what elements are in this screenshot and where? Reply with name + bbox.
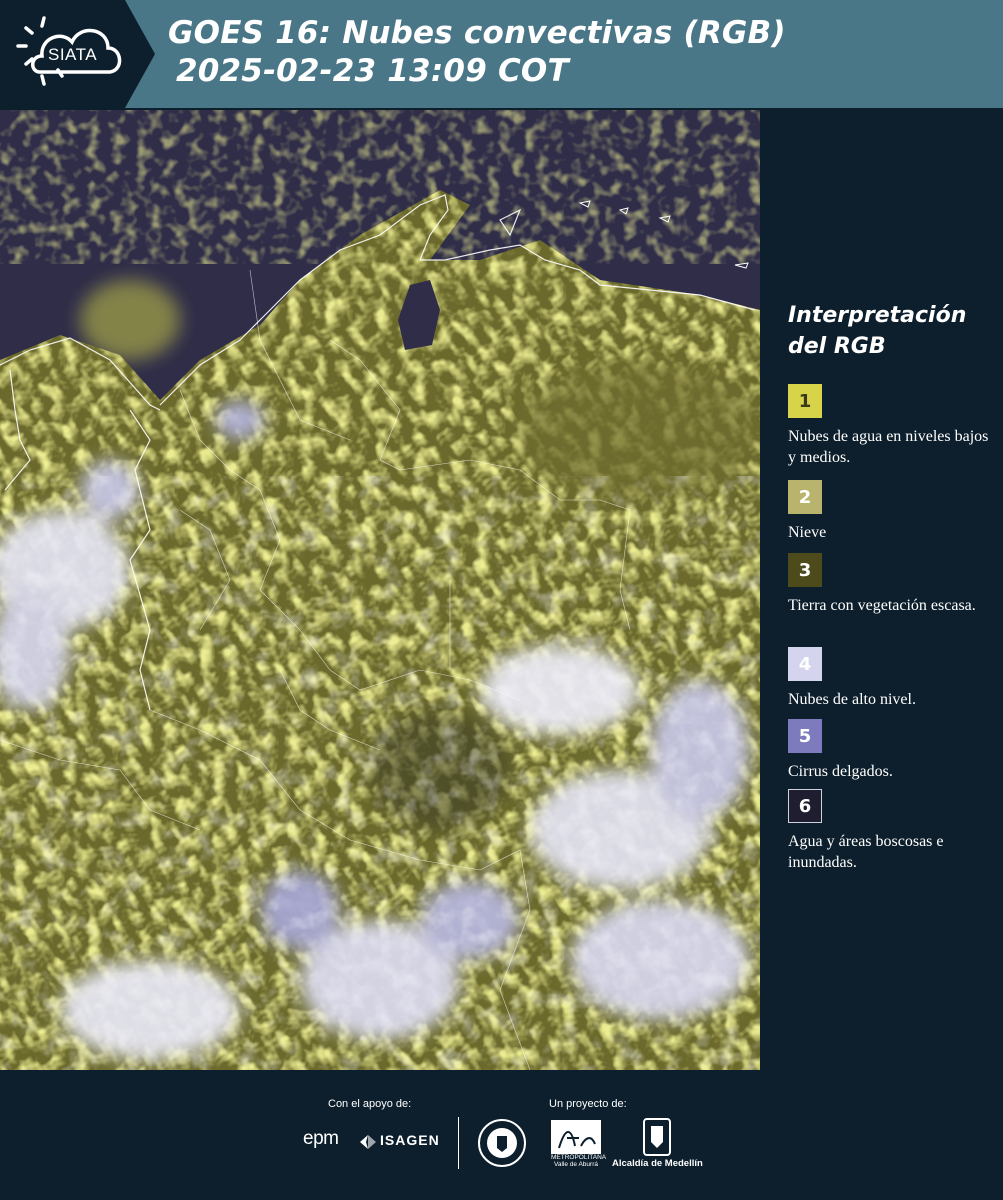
area-metropolitana-label: METROPOLITANA Valle de Aburrá: [551, 1154, 607, 1168]
satellite-image: [0, 110, 760, 1070]
legend-panel: Interpretación del RGB 1 Nubes de agua e…: [760, 108, 1003, 1070]
legend-label-2: Nieve: [788, 524, 827, 541]
title-line-2: 2025-02-23 13:09 COT: [176, 53, 569, 89]
legend-label-1: Nubes de agua en niveles bajos y medios.: [788, 428, 989, 466]
medellin-seal-icon[interactable]: [477, 1118, 527, 1168]
logo-text: SIATA: [48, 45, 98, 64]
legend-title: Interpretación del RGB: [788, 300, 966, 362]
footer: Con el apoyo de: Un proyecto de: epm ISA…: [0, 1070, 1003, 1200]
isagen-icon: [360, 1135, 376, 1149]
legend-item-2: 2 Nieve: [788, 480, 998, 543]
legend-label-6: Agua y áreas boscosas e inundadas.: [788, 833, 944, 871]
page-title: GOES 16: Nubes convectivas (RGB) 2025-02…: [168, 14, 786, 90]
alcaldia-label: Alcaldía de Medellín: [612, 1158, 703, 1169]
header: SIATA GOES 16: Nubes convectivas (RGB) 2…: [0, 0, 1003, 108]
footer-divider: [458, 1117, 459, 1169]
legend-swatch-1: 1: [788, 384, 822, 418]
legend-label-4: Nubes de alto nivel.: [788, 691, 916, 708]
legend-item-1: 1 Nubes de agua en niveles bajos y medio…: [788, 384, 998, 468]
legend-title-line-1: Interpretación: [788, 303, 967, 328]
siata-logo[interactable]: SIATA: [0, 0, 155, 108]
project-label: Un proyecto de:: [549, 1098, 627, 1110]
legend-label-5: Cirrus delgados.: [788, 763, 893, 780]
legend-item-5: 5 Cirrus delgados.: [788, 719, 998, 782]
support-label: Con el apoyo de:: [328, 1098, 412, 1110]
area-metropolitana-icon[interactable]: [551, 1120, 601, 1154]
isagen-logo[interactable]: ISAGEN: [380, 1132, 440, 1148]
legend-swatch-5: 5: [788, 719, 822, 753]
legend-swatch-3: 3: [788, 553, 822, 587]
title-line-1: GOES 16: Nubes convectivas (RGB): [168, 15, 786, 51]
satellite-map[interactable]: [0, 110, 760, 1070]
legend-title-line-2: del RGB: [788, 334, 886, 359]
legend-item-6: 6 Agua y áreas boscosas e inundadas.: [788, 789, 998, 873]
legend-item-3: 3 Tierra con vegetación escasa.: [788, 553, 998, 616]
legend-label-3: Tierra con vegetación escasa.: [788, 597, 976, 614]
legend-item-4: 4 Nubes de alto nivel.: [788, 647, 998, 710]
alcaldia-shield-icon[interactable]: [643, 1118, 671, 1156]
legend-swatch-4: 4: [788, 647, 822, 681]
epm-logo[interactable]: epm: [303, 1128, 339, 1150]
legend-swatch-2: 2: [788, 480, 822, 514]
legend-swatch-6: 6: [788, 789, 822, 823]
